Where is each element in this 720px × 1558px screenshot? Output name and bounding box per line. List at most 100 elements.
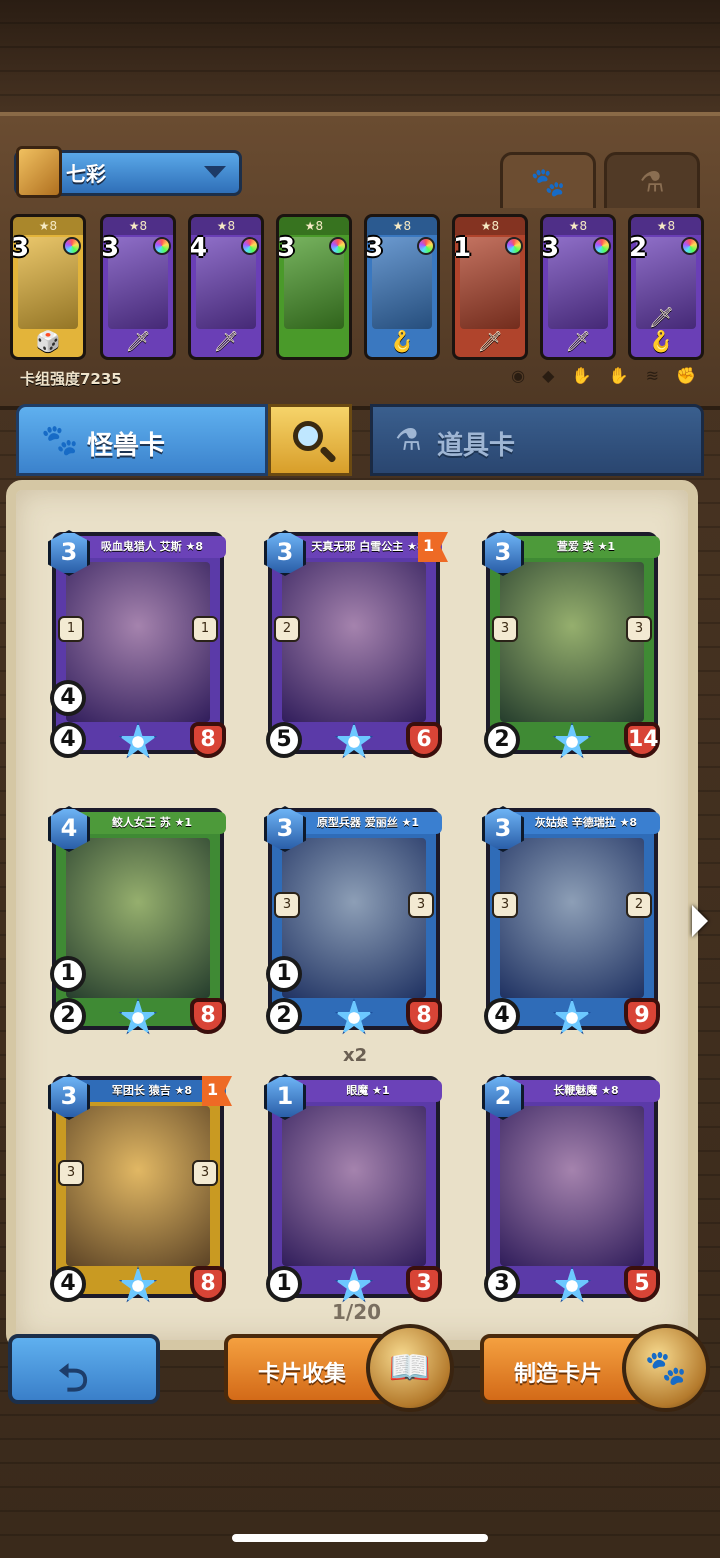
ability-icon-left: 1	[58, 616, 84, 642]
deck-book-icon	[16, 146, 62, 198]
card-name: 原型兵器 爱丽丝 ★1	[294, 812, 442, 834]
ability-icon-left: 3	[58, 1160, 84, 1186]
chevron-down-icon[interactable]	[204, 166, 226, 178]
card-count-badge: x2	[343, 1045, 368, 1066]
rainbow-gem-icon	[63, 237, 81, 255]
card-attack: 2	[50, 998, 86, 1034]
ability-icon-right: 3	[626, 616, 652, 642]
potion-icon: ⚗	[395, 423, 422, 458]
card-attack: 1	[266, 1266, 302, 1302]
home-indicator	[232, 1534, 488, 1542]
monster-card[interactable]: 长鞭魅魔 ★8 2 3 5	[482, 1074, 660, 1303]
card-range: 4	[50, 680, 86, 716]
card-range: 1	[266, 956, 302, 992]
deck-slot-card[interactable]: ★8 3	[276, 214, 352, 360]
card-attack: 4	[50, 722, 86, 758]
monster-card[interactable]: 吸血鬼猎人 艾斯 ★8 3 1 1 4 4 8	[48, 530, 226, 759]
monster-card[interactable]: 军团长 猿吉 ★8 3 1 3 3 4 8	[48, 1074, 232, 1303]
card-name: 萱爱 类 ★1	[512, 536, 660, 558]
craft-card-button[interactable]: 制造卡片 🐾	[480, 1324, 710, 1412]
ability-icon-left: 2	[274, 616, 300, 642]
ability-icon-right: 1	[192, 616, 218, 642]
tab-monster-deck[interactable]: 🐾	[500, 152, 596, 208]
ability-icon-right: 3	[192, 1160, 218, 1186]
card-health: 8	[190, 1266, 226, 1302]
card-name: 鲛人女王 苏 ★1	[78, 812, 226, 834]
card-name: 长鞭魅魔 ★8	[512, 1080, 660, 1102]
card-cost: 3	[541, 233, 560, 263]
card-health: 8	[190, 998, 226, 1034]
card-health: 8	[190, 722, 226, 758]
page-indicator: 1/20	[332, 1300, 382, 1324]
search-icon	[293, 421, 323, 451]
next-page-icon[interactable]	[692, 905, 708, 937]
card-book-icon: 📖	[366, 1324, 454, 1412]
card-art	[500, 838, 644, 998]
card-attack: 2	[266, 998, 302, 1034]
card-type-icon: 🎲	[35, 329, 61, 353]
monster-card[interactable]: 灰姑娘 辛德瑞拉 ★8 3 3 2 4 9	[482, 806, 660, 1035]
card-health: 3	[406, 1266, 442, 1302]
ability-icon-left: 3	[492, 892, 518, 918]
search-button[interactable]	[268, 404, 352, 476]
card-art	[66, 838, 210, 998]
craft-card-label: 制造卡片	[514, 1362, 603, 1387]
potion-icon: ⚗	[639, 165, 665, 198]
back-button[interactable]: ⮌	[8, 1334, 160, 1404]
monster-card[interactable]: 萱爱 类 ★1 3 3 3 2 14	[482, 530, 660, 759]
card-cost: 1	[453, 233, 472, 263]
paw-potion-icon: 🐾	[622, 1324, 710, 1412]
rainbow-gem-icon	[417, 237, 435, 255]
deck-name: 七彩	[66, 162, 106, 186]
ability-icon-right: 2	[626, 892, 652, 918]
card-art	[500, 562, 644, 722]
monster-card[interactable]: 原型兵器 爱丽丝 ★1 3 3 3 1 2 8	[264, 806, 442, 1035]
tab-item-label: 道具卡	[437, 431, 516, 461]
ability-icon-left: 3	[492, 616, 518, 642]
deck-slot-card[interactable]: ★8 3 🪝	[364, 214, 440, 360]
monster-card[interactable]: 眼魔 ★1 1 1 3	[264, 1074, 442, 1303]
deck-slot-card[interactable]: ★8 2 🗡🪝	[628, 214, 704, 360]
rainbow-gem-icon	[681, 237, 699, 255]
card-type-icon: 🗡🪝	[648, 305, 674, 353]
monster-card[interactable]: 天真无邪 白雪公主 ★8 3 1 2 5 6	[264, 530, 448, 759]
deck-slot-card[interactable]: ★8 1 🗡	[452, 214, 528, 360]
card-attack: 3	[484, 1266, 520, 1302]
tab-item-cards[interactable]: ⚗ 道具卡	[370, 404, 704, 476]
card-art	[66, 1106, 210, 1266]
card-type-icon: 🪝	[389, 329, 415, 353]
card-cost: 3	[101, 233, 120, 263]
deck-slot-card[interactable]: ★8 3 🗡	[540, 214, 616, 360]
rainbow-gem-icon	[241, 237, 259, 255]
card-art	[282, 1106, 426, 1266]
card-attack: 4	[484, 998, 520, 1034]
card-cost: 4	[189, 233, 208, 263]
card-health: 14	[624, 722, 660, 758]
card-art	[66, 562, 210, 722]
rainbow-gem-icon	[153, 237, 171, 255]
card-name: 眼魔 ★1	[294, 1080, 442, 1102]
monster-card[interactable]: 鲛人女王 苏 ★1 4 1 2 8	[48, 806, 226, 1035]
card-health: 5	[624, 1266, 660, 1302]
card-collection-button[interactable]: 卡片收集 📖	[224, 1324, 454, 1412]
card-art	[282, 562, 426, 722]
card-cost: 3	[277, 233, 296, 263]
deck-slot-card[interactable]: ★8 4 🗡	[188, 214, 264, 360]
card-health: 8	[406, 998, 442, 1034]
card-type-icon: 🗡	[477, 329, 503, 353]
card-type-icon: 🗡	[565, 329, 591, 353]
card-attack: 4	[50, 1266, 86, 1302]
card-name: 灰姑娘 辛德瑞拉 ★8	[512, 812, 660, 834]
deck-filter-icons[interactable]: ◉ ◆ ✋ ✋ ≋ ✊	[511, 366, 702, 385]
card-range: 1	[50, 956, 86, 992]
rainbow-gem-icon	[329, 237, 347, 255]
tab-monster-cards[interactable]: 🐾 怪兽卡	[16, 404, 268, 476]
card-collection-label: 卡片收集	[258, 1362, 347, 1387]
tab-item-deck[interactable]: ⚗	[604, 152, 700, 208]
paw-icon: 🐾	[41, 423, 79, 458]
deck-power: 卡组强度7235	[20, 370, 122, 388]
card-cost: 3	[365, 233, 384, 263]
deck-slot-card[interactable]: ★8 3 🎲	[10, 214, 86, 360]
deck-slot-card[interactable]: ★8 3 🗡	[100, 214, 176, 360]
card-type-icon: 🗡	[125, 329, 151, 353]
